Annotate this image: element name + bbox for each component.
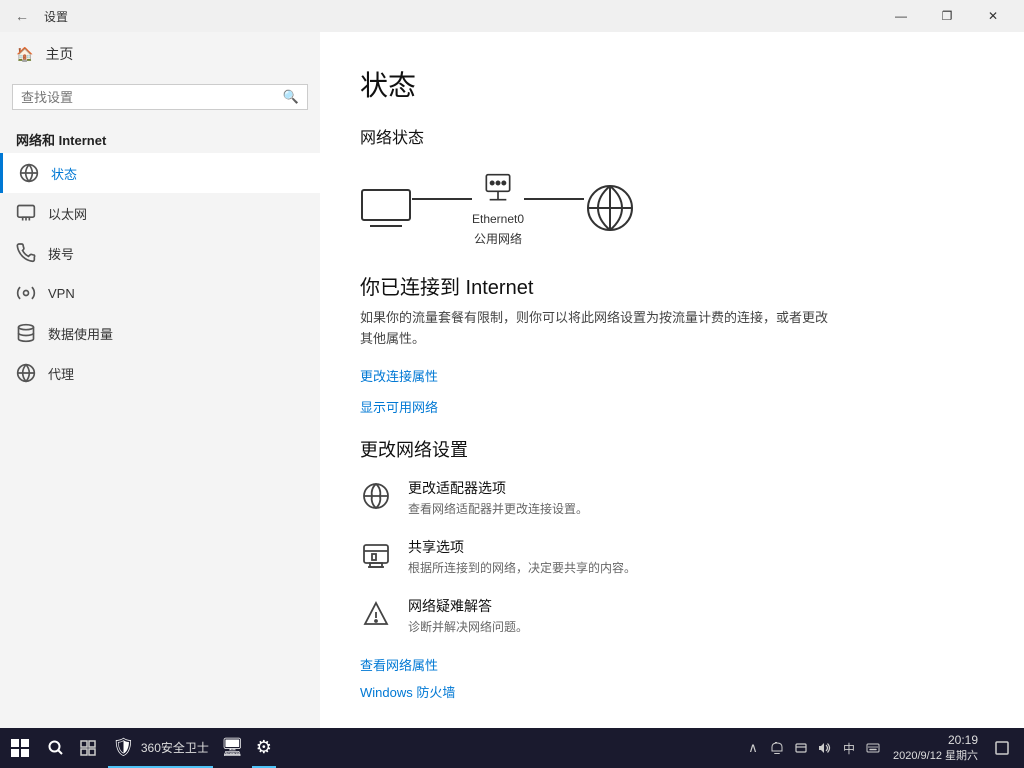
taskbar-clock[interactable]: 20:19 2020/9/12 星期六 [887, 733, 984, 763]
adapter-icon [360, 480, 392, 512]
main-area: 🏠 主页 🔍 网络和 Internet 状态 [0, 32, 1024, 728]
sharing-title[interactable]: 共享选项 [408, 537, 636, 557]
titlebar: ← 设置 — ❐ ✕ [0, 0, 1024, 32]
pc-icon [360, 188, 412, 228]
search-input[interactable] [21, 90, 279, 105]
change-props-link[interactable]: 更改连接属性 [360, 366, 984, 385]
task-view-button[interactable] [72, 732, 104, 764]
network-props-link[interactable]: 查看网络属性 [360, 655, 984, 674]
bottom-links: 查看网络属性 Windows 防火墙 [360, 655, 984, 701]
troubleshoot-text: 网络疑难解答 诊断并解决网络问题。 [408, 596, 528, 635]
router-icon [480, 168, 516, 208]
content-area: 状态 网络状态 [320, 32, 1024, 728]
change-network-title: 更改网络设置 [360, 436, 984, 462]
line-1 [412, 198, 472, 200]
taskbar-search-button[interactable] [40, 732, 72, 764]
sidebar-item-proxy[interactable]: 代理 [0, 353, 320, 393]
sidebar-item-ethernet[interactable]: 以太网 [0, 193, 320, 233]
network-type-label: 公用网络 [474, 230, 522, 247]
firewall-link[interactable]: Windows 防火墙 [360, 682, 984, 701]
start-button[interactable] [0, 728, 40, 768]
tray-expand-icon[interactable]: ∧ [743, 733, 763, 763]
sidebar-item-vpn[interactable]: VPN [0, 273, 320, 313]
sidebar-item-dialup[interactable]: 拨号 [0, 233, 320, 273]
sharing-text: 共享选项 根据所连接到的网络，决定要共享的内容。 [408, 537, 636, 576]
adapter-text: 更改适配器选项 查看网络适配器并更改连接设置。 [408, 478, 588, 517]
adapter-desc: 查看网络适配器并更改连接设置。 [408, 500, 588, 517]
sidebar-item-label-data: 数据使用量 [48, 324, 113, 343]
router-icon-container: Ethernet0 公用网络 [472, 168, 524, 247]
tray-ime-icon[interactable]: 中 [839, 733, 859, 763]
clock-date: 2020/9/12 星期六 [893, 749, 978, 763]
app-settings-icon: ⚙ [256, 737, 272, 758]
sharing-option: 共享选项 根据所连接到的网络，决定要共享的内容。 [360, 537, 984, 576]
tray-keyboard-icon[interactable] [863, 733, 883, 763]
status-icon [19, 163, 39, 183]
sidebar: 🏠 主页 🔍 网络和 Internet 状态 [0, 32, 320, 728]
adapter-option: 更改适配器选项 查看网络适配器并更改连接设置。 [360, 478, 984, 517]
sidebar-section-title: 网络和 Internet [0, 118, 320, 153]
sharing-icon [360, 539, 392, 571]
taskbar-pinned-360[interactable]: 🛡 360安全卫士 [108, 728, 213, 768]
troubleshoot-title[interactable]: 网络疑难解答 [408, 596, 528, 616]
globe-icon [584, 182, 636, 234]
ethernet-icon [16, 203, 36, 223]
tray-volume-icon[interactable] [815, 733, 835, 763]
show-networks-link[interactable]: 显示可用网络 [360, 397, 984, 416]
home-icon: 🏠 [16, 46, 33, 63]
sharing-desc: 根据所连接到的网络，决定要共享的内容。 [408, 559, 636, 576]
minimize-button[interactable]: — [878, 0, 924, 32]
tray-notification-icon[interactable] [767, 733, 787, 763]
sidebar-home-button[interactable]: 🏠 主页 [0, 32, 320, 76]
window-controls: — ❐ ✕ [878, 0, 1016, 32]
adapter-title[interactable]: 更改适配器选项 [408, 478, 588, 498]
sidebar-item-label-vpn: VPN [48, 286, 75, 301]
notification-button[interactable] [988, 728, 1016, 768]
tray-network-icon[interactable] [791, 733, 811, 763]
taskbar-pinned-settings[interactable]: ⚙ [252, 728, 276, 768]
back-button[interactable]: ← [8, 2, 36, 30]
taskbar-right: ∧ 中 [743, 728, 1024, 768]
search-box: 🔍 [12, 84, 308, 110]
sidebar-item-label-dialup: 拨号 [48, 244, 74, 263]
close-button[interactable]: ✕ [970, 0, 1016, 32]
network-diagram: Ethernet0 公用网络 [360, 168, 984, 247]
restore-button[interactable]: ❐ [924, 0, 970, 32]
line-2 [524, 198, 584, 200]
page-title: 状态 [360, 64, 984, 104]
search-icon[interactable]: 🔍 [283, 89, 299, 105]
sidebar-item-status[interactable]: 状态 [0, 153, 320, 193]
network-status-title: 网络状态 [360, 124, 984, 148]
troubleshoot-desc: 诊断并解决网络问题。 [408, 618, 528, 635]
vpn-icon [16, 283, 36, 303]
ethernet-label: Ethernet0 [472, 212, 524, 226]
app-360-label: 360安全卫士 [141, 739, 209, 756]
window-title: 设置 [44, 8, 68, 25]
globe-icon-container [584, 182, 636, 234]
app-network-icon: 🖥 [221, 737, 244, 758]
sidebar-item-data[interactable]: 数据使用量 [0, 313, 320, 353]
app-360-icon: 🛡 [112, 737, 135, 758]
troubleshoot-option: 网络疑难解答 诊断并解决网络问题。 [360, 596, 984, 635]
sidebar-item-label-proxy: 代理 [48, 364, 74, 383]
connected-title: 你已连接到 Internet [360, 271, 984, 300]
taskbar-pinned-network[interactable]: 🖥 [217, 728, 248, 768]
proxy-icon [16, 363, 36, 383]
dialup-icon [16, 243, 36, 263]
sidebar-item-label-ethernet: 以太网 [48, 204, 87, 223]
data-icon [16, 323, 36, 343]
sidebar-item-label-status: 状态 [51, 164, 77, 183]
home-label: 主页 [45, 44, 73, 64]
clock-time: 20:19 [948, 733, 978, 749]
troubleshoot-icon [360, 598, 392, 630]
pc-icon-container [360, 188, 412, 228]
taskbar: 🛡 360安全卫士 🖥 ⚙ ∧ [0, 728, 1024, 768]
connected-desc: 如果你的流量套餐有限制，则你可以将此网络设置为按流量计费的连接，或者更改其他属性… [360, 308, 840, 350]
